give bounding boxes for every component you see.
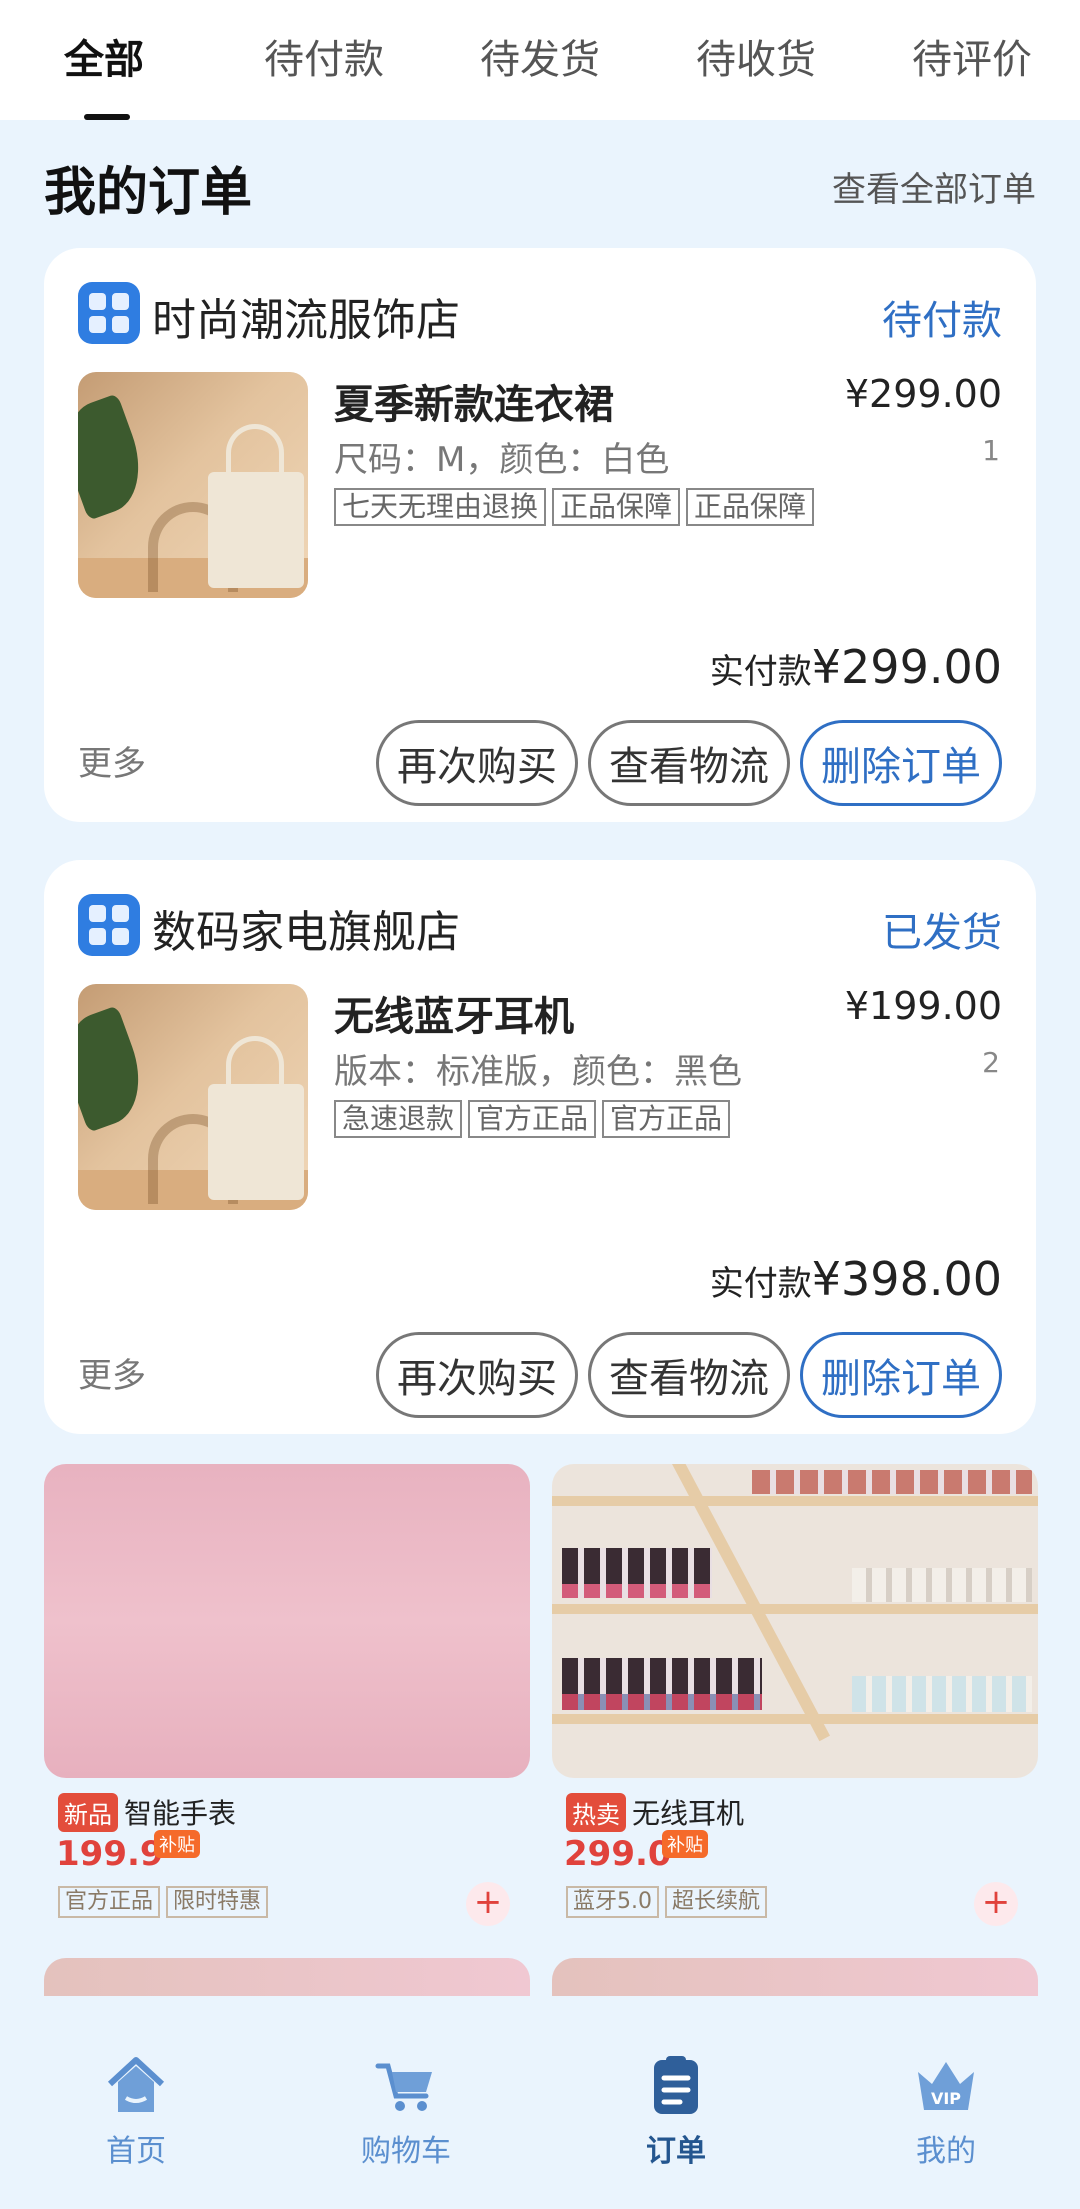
order-card: 数码家电旗舰店 已发货 无线蓝牙耳机 ¥199.00 版本：标准版，颜色：黑色 … — [44, 860, 1036, 1434]
service-tags: 七天无理由退换 正品保障 正品保障 — [334, 488, 815, 526]
active-tab-indicator — [84, 114, 130, 120]
recommendation-title: 无线耳机 — [632, 1797, 745, 1830]
recommendation-price: 199.9 — [56, 1834, 164, 1874]
recommendation-tag: 蓝牙5.0 — [566, 1886, 659, 1918]
bottom-nav: 首页 购物车 订单 VIP 我的 — [0, 1996, 1080, 2209]
order-status: 待付款 — [882, 298, 1002, 344]
paid-value: ¥398.00 — [811, 1252, 1002, 1306]
recommendation-card[interactable]: 新品 智能手表 199.9 补贴 官方正品 限时特惠 + — [44, 1464, 530, 1944]
service-tag: 七天无理由退换 — [334, 488, 547, 526]
paid-label: 实付款 — [709, 652, 812, 692]
recommendation-image[interactable] — [552, 1464, 1038, 1778]
nav-label: 首页 — [106, 2134, 166, 2169]
add-to-cart-icon[interactable]: + — [466, 1882, 510, 1926]
nav-profile[interactable]: VIP 我的 — [876, 2054, 1016, 2170]
delete-order-button[interactable]: 删除订单 — [800, 1332, 1002, 1418]
shop-icon — [78, 282, 140, 344]
shop-name[interactable]: 数码家电旗舰店 — [152, 896, 460, 960]
tab-pending-shipment[interactable]: 待发货 — [480, 30, 600, 90]
product-image[interactable] — [78, 984, 308, 1210]
vip-crown-icon: VIP — [914, 2054, 978, 2118]
recommendation-tag: 限时特惠 — [166, 1886, 269, 1918]
order-tabs: 全部 待付款 待发货 待收货 待评价 — [0, 0, 1080, 120]
product-quantity: 2 — [982, 1046, 1000, 1079]
recommendation-tag: 官方正品 — [58, 1886, 161, 1918]
service-tag: 官方正品 — [602, 1100, 731, 1138]
product-name[interactable]: 无线蓝牙耳机 — [334, 984, 574, 1042]
order-status: 已发货 — [882, 910, 1002, 956]
paid-label: 实付款 — [709, 1264, 812, 1304]
service-tags: 急速退款 官方正品 官方正品 — [334, 1100, 731, 1138]
tab-pending-payment[interactable]: 待付款 — [264, 30, 384, 90]
view-logistics-button[interactable]: 查看物流 — [588, 1332, 790, 1418]
view-logistics-button[interactable]: 查看物流 — [588, 720, 790, 806]
tab-all[interactable]: 全部 — [64, 30, 144, 90]
paid-value: ¥299.00 — [811, 640, 1002, 694]
tab-pending-review[interactable]: 待评价 — [912, 30, 1032, 90]
recommendation-tags: 官方正品 限时特惠 — [58, 1886, 269, 1918]
recommendation-card[interactable]: 热卖 无线耳机 299.0 补贴 蓝牙5.0 超长续航 + — [552, 1464, 1038, 1944]
page-title: 我的订单 — [44, 163, 253, 223]
subsidy-badge: 补贴 — [154, 1830, 200, 1858]
nav-label: 我的 — [916, 2134, 976, 2169]
product-price: ¥199.00 — [844, 984, 1002, 1028]
order-card: 时尚潮流服饰店 待付款 夏季新款连衣裙 ¥299.00 尺码：M，颜色：白色 1… — [44, 248, 1036, 822]
product-name[interactable]: 夏季新款连衣裙 — [334, 372, 614, 430]
recommendation-price: 299.0 — [564, 1834, 672, 1874]
nav-label: 购物车 — [361, 2134, 451, 2169]
service-tag: 正品保障 — [686, 488, 815, 526]
recommendation-title: 智能手表 — [124, 1797, 237, 1830]
paid-amount: 实付款¥299.00 — [710, 640, 1002, 694]
add-to-cart-icon[interactable]: + — [974, 1882, 1018, 1926]
tab-pending-receipt[interactable]: 待收货 — [696, 30, 816, 90]
recommendation-card-peek — [552, 1958, 1038, 1998]
home-icon — [104, 2054, 168, 2118]
vip-text: VIP — [931, 2089, 961, 2108]
view-all-orders-link[interactable]: 查看全部订单 — [832, 162, 1036, 211]
recommendation-image[interactable] — [44, 1464, 530, 1778]
hot-badge: 热卖 — [566, 1792, 626, 1832]
delete-order-button[interactable]: 删除订单 — [800, 720, 1002, 806]
new-badge: 新品 — [58, 1792, 118, 1832]
service-tag: 正品保障 — [552, 488, 681, 526]
subsidy-badge: 补贴 — [662, 1830, 708, 1858]
recommendation-tags: 蓝牙5.0 超长续航 — [566, 1886, 768, 1918]
shop-name[interactable]: 时尚潮流服饰店 — [152, 284, 460, 348]
product-image[interactable] — [78, 372, 308, 598]
buy-again-button[interactable]: 再次购买 — [376, 720, 578, 806]
product-spec: 尺码：M，颜色：白色 — [334, 440, 670, 480]
shop-icon — [78, 894, 140, 956]
buy-again-button[interactable]: 再次购买 — [376, 1332, 578, 1418]
service-tag: 官方正品 — [468, 1100, 597, 1138]
product-price: ¥299.00 — [844, 372, 1002, 416]
recommendation-tag: 超长续航 — [665, 1886, 768, 1918]
nav-home[interactable]: 首页 — [66, 2054, 206, 2170]
nav-label: 订单 — [646, 2134, 706, 2169]
product-spec: 版本：标准版，颜色：黑色 — [334, 1052, 742, 1092]
orders-icon — [644, 2054, 708, 2118]
more-button[interactable]: 更多 — [78, 1348, 146, 1397]
service-tag: 急速退款 — [334, 1100, 463, 1138]
product-quantity: 1 — [982, 434, 1000, 467]
nav-orders[interactable]: 订单 — [606, 2054, 746, 2170]
nav-cart[interactable]: 购物车 — [336, 2054, 476, 2170]
more-button[interactable]: 更多 — [78, 736, 146, 785]
cart-icon — [374, 2054, 438, 2118]
recommendation-card-peek — [44, 1958, 530, 1998]
paid-amount: 实付款¥398.00 — [710, 1252, 1002, 1306]
